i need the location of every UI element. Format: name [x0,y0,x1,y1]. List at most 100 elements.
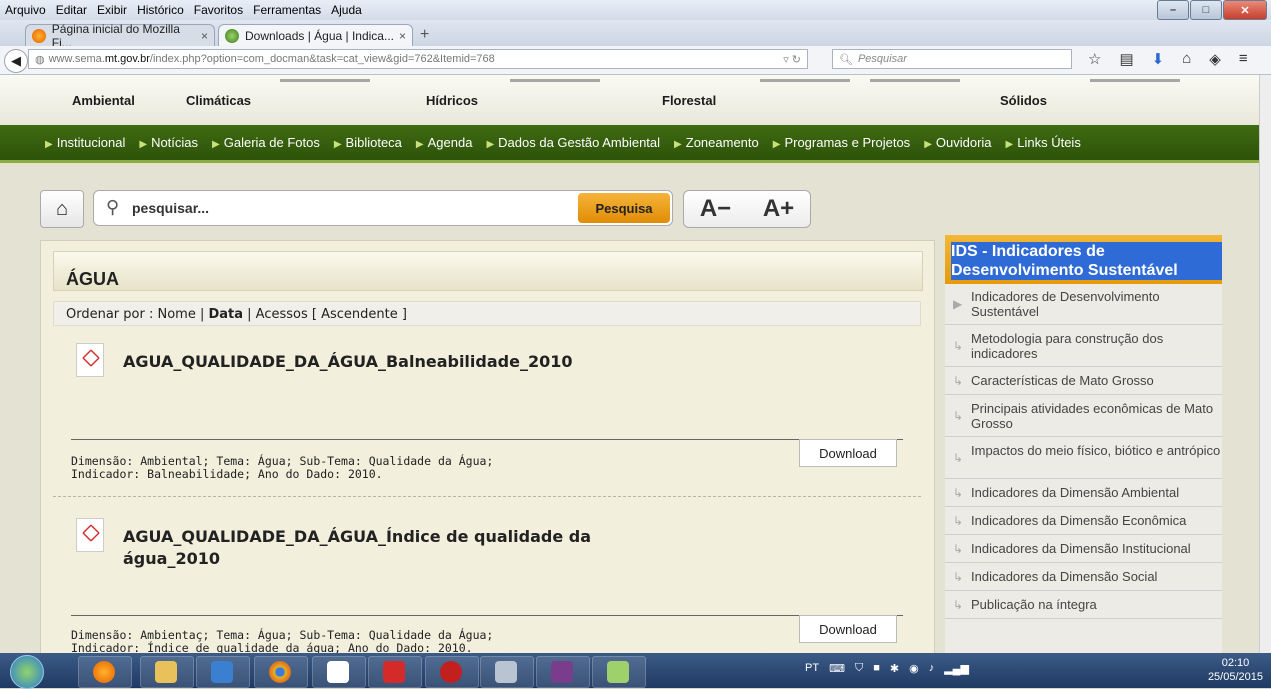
nav-institucional[interactable]: Institucional [45,135,126,150]
bookmark-star-icon[interactable]: ☆ [1088,50,1101,68]
navigation-bar: ◀ ◍ www.sema. mt.gov.br/index.php?option=… [0,46,1271,75]
taskbar-firefox[interactable] [78,656,132,688]
page-title: ÁGUA [66,269,119,289]
minimize-button[interactable]: – [1157,0,1189,20]
category-ambiental[interactable]: Ambiental [72,93,135,108]
new-tab-button[interactable]: + [420,26,429,44]
browser-search-placeholder: Pesquisar [857,53,907,65]
sidebar-item[interactable]: ↳ Publicação na íntegra [945,591,1222,619]
menu-ajuda[interactable]: Ajuda [326,3,367,17]
taskbar-app-red[interactable] [425,656,479,688]
tab-bar: Página inicial do Mozilla Fi... × Downlo… [0,20,1271,50]
nav-agenda[interactable]: Agenda [416,135,473,150]
search-button[interactable]: Pesquisa [578,193,670,223]
nav-ouvidoria[interactable]: Ouvidoria [924,135,992,150]
toolbar-icons: ☆ ▤ ⬇ ⌂ ◈ ≡ [1088,50,1248,68]
keyboard-icon[interactable]: ⌨ [829,662,845,675]
site-search-input[interactable]: pesquisar... [132,200,209,216]
back-arrow-icon: ◀ [11,53,21,68]
site-home-button[interactable]: ⌂ [40,190,84,228]
nav-links[interactable]: Links Úteis [1006,135,1081,150]
menu-icon[interactable]: ≡ [1239,50,1248,68]
menu-arquivo[interactable]: Arquivo [0,3,51,17]
category-florestal[interactable]: Florestal [662,93,716,108]
taskbar-folder[interactable] [592,656,646,688]
document-meta-line2: Indicador: Balneabilidade; Ano do Dado: … [71,467,383,481]
sidebar-item[interactable]: ↳ Indicadores da Dimensão Institucional [945,535,1222,563]
taskbar-chrome[interactable] [254,656,308,688]
tray-shield-icon[interactable]: ⛉ [855,662,863,675]
menu-bar: Arquivo Editar Exibir Histórico Favorito… [0,0,1271,20]
taskbar-acrobat[interactable] [368,656,422,688]
font-size-controls: A− A+ [683,190,811,228]
nav-noticias[interactable]: Notícias [139,135,198,150]
taskbar-explorer[interactable] [140,656,194,688]
sidebar-item[interactable]: ↳ Impactos do meio físico, biótico e antr… [945,437,1222,479]
download-button[interactable]: Download [799,439,897,467]
close-window-button[interactable]: ✕ [1223,0,1267,20]
nav-programas[interactable]: Programas e Projetos [773,135,910,150]
downloads-icon[interactable]: ⬇ [1152,50,1165,68]
search-icon: 🔍︎ [839,53,853,66]
category-climaticas[interactable]: Climáticas [186,93,251,108]
document-title[interactable]: AGUA_QUALIDADE_DA_ÁGUA_Balneabilidade_20… [123,351,603,373]
nav-dados[interactable]: Dados da Gestão Ambiental [486,135,660,150]
home-icon[interactable]: ⌂ [1182,50,1191,68]
nav-zoneamento[interactable]: Zoneamento [674,135,759,150]
menu-exibir[interactable]: Exibir [92,3,132,17]
tray-app-icon[interactable]: ■ [873,662,880,675]
sidebar-item[interactable]: ↳ Indicadores da Dimensão Ambiental [945,479,1222,507]
language-indicator[interactable]: PT [805,662,819,675]
bookmarks-list-icon[interactable]: ▤ [1119,50,1133,68]
sidebar-item[interactable]: ▶ Indicadores de Desenvolvimento Sustentá… [945,287,1222,325]
reload-icon[interactable]: ▿ ↻ [783,53,807,66]
taskbar-document[interactable] [312,656,366,688]
main-nav: Institucional Notícias Galeria de Fotos … [0,125,1260,163]
page-scrollbar[interactable] [1259,75,1271,653]
sidebar-item[interactable]: ↳ Indicadores da Dimensão Econômica [945,507,1222,535]
sidebar-item[interactable]: ↳ Características de Mato Grosso [945,367,1222,395]
category-solidos[interactable]: Sólidos [1000,93,1047,108]
browser-search-box[interactable]: 🔍︎ Pesquisar [832,49,1072,69]
category-hidricos[interactable]: Hídricos [426,93,478,108]
sidebar-header: IDS - Indicadores de Desenvolvimento Sus… [945,235,1222,284]
sidebar-item[interactable]: ↳ Principais atividades econômicas de Mat… [945,395,1222,437]
sort-active[interactable]: Data [208,307,243,322]
top-categories: Ambiental Climáticas Hídricos Florestal … [0,75,1260,125]
sidebar-item[interactable]: ↳ Metodologia para construção dos indicad… [945,325,1222,367]
menu-editar[interactable]: Editar [51,3,92,17]
site-search: ⚲ pesquisar... Pesquisa [93,190,673,226]
signal-icon[interactable]: ▂▄▆ [944,662,969,675]
clock[interactable]: 02:10 25/05/2015 [1208,656,1263,684]
system-tray: PT ⌨ ⛉ ■ ✱ ◉ ♪ ▂▄▆ [805,662,969,675]
sort-suffix[interactable]: | Acessos [ Ascendente ] [243,307,407,322]
content-panel: ÁGUA Ordenar por : Nome | Data | Acessos… [40,240,935,653]
tray-network-icon[interactable]: ◉ [909,662,919,675]
sidebar-item[interactable]: ↳ Indicadores da Dimensão Social [945,563,1222,591]
tab-mozilla-home[interactable]: Página inicial do Mozilla Fi... × [25,22,215,50]
volume-icon[interactable]: ♪ [929,662,935,675]
document-title[interactable]: AGUA_QUALIDADE_DA_ÁGUA_Índice de qualida… [123,526,603,570]
pocket-icon[interactable]: ◈ [1209,50,1221,68]
taskbar-calculator[interactable] [480,656,534,688]
menu-historico[interactable]: Histórico [132,3,189,17]
bluetooth-icon[interactable]: ✱ [890,662,899,675]
menu-ferramentas[interactable]: Ferramentas [248,3,326,17]
nav-galeria[interactable]: Galeria de Fotos [212,135,320,150]
windows-taskbar: PT ⌨ ⛉ ■ ✱ ◉ ♪ ▂▄▆ 02:10 25/05/2015 [0,653,1271,689]
start-button[interactable] [10,655,44,689]
font-increase-button[interactable]: A+ [763,195,794,223]
close-tab-icon[interactable]: × [399,29,406,43]
font-decrease-button[interactable]: A− [700,195,731,223]
taskbar-winrar[interactable] [536,656,590,688]
url-bar[interactable]: ◍ www.sema. mt.gov.br/index.php?option=co… [28,49,808,69]
tab-downloads[interactable]: Downloads | Água | Indica... × [218,24,413,46]
download-button[interactable]: Download [799,615,897,643]
maximize-button[interactable]: □ [1190,0,1222,20]
sort-prefix[interactable]: Ordenar por : Nome | [66,307,208,322]
taskbar-media[interactable] [196,656,250,688]
close-tab-icon[interactable]: × [201,29,208,43]
nav-biblioteca[interactable]: Biblioteca [334,135,402,150]
back-button[interactable]: ◀ [4,49,28,73]
menu-favoritos[interactable]: Favoritos [189,3,248,17]
